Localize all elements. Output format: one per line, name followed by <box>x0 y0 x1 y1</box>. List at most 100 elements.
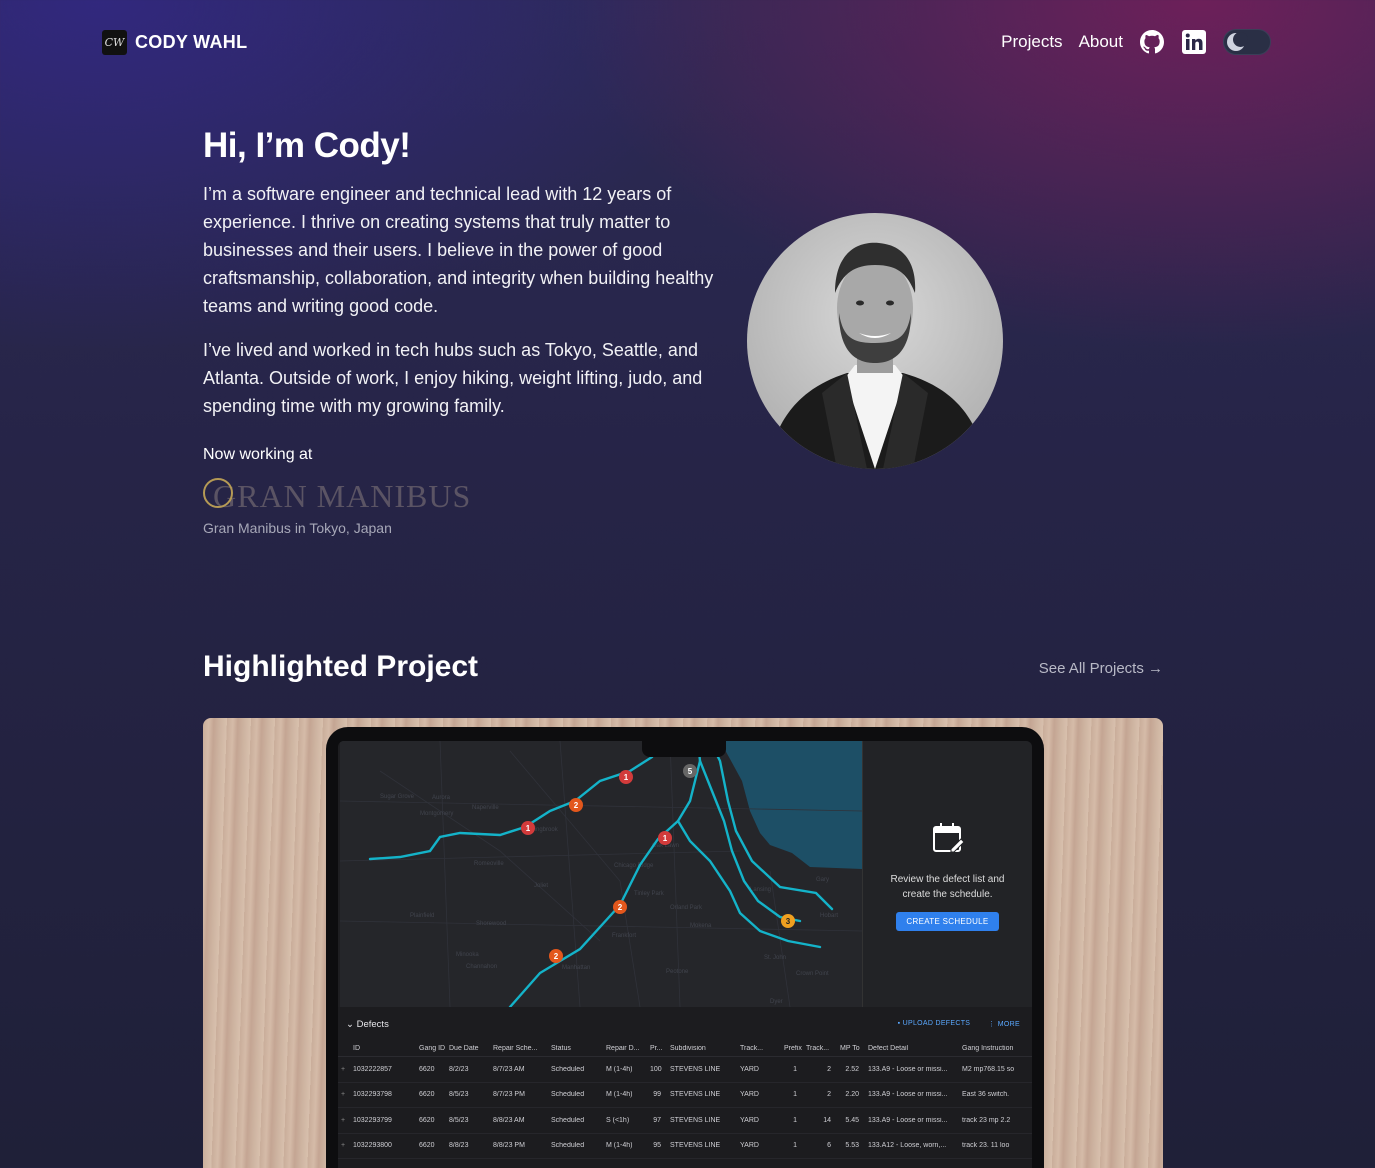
row-expand-icon[interactable]: + <box>338 1142 350 1149</box>
section-title: Highlighted Project <box>203 650 479 683</box>
table-cell: 133.A9 - Loose or missi... <box>868 1091 948 1099</box>
row-expand-icon[interactable]: + <box>338 1091 350 1098</box>
map-label: St. John <box>764 955 786 961</box>
row-expand-icon[interactable]: + <box>338 1117 350 1124</box>
table-cell: 5.53 <box>845 1142 859 1150</box>
column-header[interactable]: Repair D... <box>603 1045 647 1052</box>
theme-toggle[interactable] <box>1223 29 1271 55</box>
more-button[interactable]: ⋮ MORE <box>988 1020 1020 1028</box>
table-cell: 6620 <box>419 1091 435 1099</box>
table-cell: Scheduled <box>551 1116 585 1124</box>
table-cell: YARD <box>740 1065 759 1073</box>
column-header[interactable]: Prefix <box>781 1045 803 1052</box>
moon-icon <box>1227 32 1248 51</box>
map-label: Shorewood <box>476 921 506 927</box>
map-label: Naperville <box>472 805 499 811</box>
table-cell: 8/7/23 PM <box>493 1091 525 1099</box>
column-header[interactable]: ID <box>350 1045 416 1052</box>
map-marker: 1 <box>526 824 531 833</box>
map-label: Mokena <box>690 923 712 929</box>
column-header[interactable]: Defect Detail <box>865 1045 959 1052</box>
table-cell: YARD <box>740 1091 759 1099</box>
column-header[interactable]: Subdivision <box>667 1045 737 1052</box>
map-label: Chicago Ridge <box>614 863 654 869</box>
table-cell: STEVENS LINE <box>670 1116 721 1124</box>
row-expand-icon[interactable]: + <box>338 1066 350 1073</box>
table-cell: Scheduled <box>551 1065 585 1073</box>
hero-section: Hi, I’m Cody! I’m a software engineer an… <box>203 126 723 536</box>
column-header[interactable]: Repair Sche... <box>490 1045 548 1052</box>
table-cell: 6620 <box>419 1116 435 1124</box>
company-logo[interactable]: GRAN MANIBUS <box>203 474 723 518</box>
brand-name: CODY WAHL <box>135 31 248 52</box>
map-label: Romeoville <box>474 861 504 867</box>
column-header[interactable]: Track... <box>803 1045 837 1052</box>
table-cell: 8/5/23 <box>449 1091 469 1099</box>
column-header[interactable]: Pr... <box>647 1045 667 1052</box>
nav-link-projects[interactable]: Projects <box>1001 32 1062 52</box>
see-all-projects-link[interactable]: See All Projects → <box>1039 660 1163 677</box>
map-label: Frankfort <box>612 933 636 939</box>
table-cell: STEVENS LINE <box>670 1142 721 1150</box>
table-body: +1032222857 6620 8/2/23 8/7/23 AM Scheduled M… <box>338 1057 1032 1159</box>
hero-heading: Hi, I’m Cody! <box>203 126 411 165</box>
table-cell: 2 <box>827 1065 831 1073</box>
map-marker: 3 <box>786 917 791 926</box>
highlighted-project-image[interactable]: Naperville Aurora Sugar Grove Montgomery… <box>203 718 1163 1168</box>
table-cell: S (<1h) <box>606 1116 630 1124</box>
column-header[interactable]: Track... <box>737 1045 781 1052</box>
table-cell: 95 <box>653 1142 661 1150</box>
table-actions: ▪ UPLOAD DEFECTS ⋮ MORE <box>898 1020 1020 1028</box>
column-header[interactable]: Status <box>548 1045 603 1052</box>
rail-map: Naperville Aurora Sugar Grove Montgomery… <box>339 741 863 1009</box>
defects-title-text: Defects <box>356 1018 389 1030</box>
table-cell: M2 mp768.15 so <box>962 1065 1015 1073</box>
map-label: Peotone <box>666 969 689 975</box>
map-label: Tinley Park <box>634 891 665 897</box>
more-label: MORE <box>997 1021 1020 1028</box>
github-icon[interactable] <box>1139 29 1165 55</box>
table-row[interactable]: +1032222857 6620 8/2/23 8/7/23 AM Scheduled M… <box>338 1057 1032 1083</box>
laptop-frame: Naperville Aurora Sugar Grove Montgomery… <box>326 727 1044 1168</box>
table-cell: track 23. 11 loo <box>962 1142 1010 1150</box>
now-working-label: Now working at <box>203 446 313 463</box>
table-cell: 97 <box>653 1116 661 1124</box>
map-label: Gary <box>816 877 829 883</box>
brand[interactable]: CW CODY WAHL <box>102 29 248 55</box>
bio-paragraph-1: I’m a software engineer and technical le… <box>203 184 714 316</box>
schedule-panel: Review the defect list and create the sc… <box>862 741 1032 1007</box>
profile-photo <box>747 213 1003 469</box>
table-cell: 8/8/23 <box>449 1142 469 1150</box>
linkedin-icon[interactable] <box>1181 29 1207 55</box>
column-header[interactable]: Due Date <box>446 1045 490 1052</box>
table-cell: M (1-4h) <box>606 1142 633 1150</box>
upload-defects-button[interactable]: ▪ UPLOAD DEFECTS <box>898 1020 971 1028</box>
column-header[interactable]: MP To <box>837 1045 865 1052</box>
table-row[interactable]: +1032293800 6620 8/8/23 8/8/23 PM Scheduled M… <box>338 1134 1032 1159</box>
calendar-edit-icon <box>931 821 965 860</box>
table-cell: 1032293798 <box>353 1091 392 1099</box>
table-cell: 1 <box>793 1065 797 1073</box>
nav-link-about[interactable]: About <box>1079 32 1123 52</box>
column-header[interactable]: Gang Instruction <box>959 1045 1015 1052</box>
map-label: Dyer <box>770 999 783 1005</box>
table-cell: STEVENS LINE <box>670 1091 721 1099</box>
table-row[interactable]: +1032293799 6620 8/5/23 8/8/23 AM Scheduled S… <box>338 1108 1032 1134</box>
table-cell: M (1-4h) <box>606 1091 633 1099</box>
map-label: Manhattan <box>562 965 590 971</box>
create-schedule-button[interactable]: CREATE SCHEDULE <box>896 912 999 931</box>
defects-title[interactable]: ⌄ Defects <box>346 1019 389 1030</box>
table-cell: 2.52 <box>845 1065 859 1073</box>
defects-header: ⌄ Defects ▪ UPLOAD DEFECTS ⋮ MORE <box>338 1007 1032 1041</box>
map-marker: 2 <box>554 952 559 961</box>
table-header-row: ID Gang ID Due Date Repair Sche... Status Rep… <box>338 1041 1032 1057</box>
table-cell: 5.45 <box>845 1116 859 1124</box>
map-marker: 2 <box>574 801 579 810</box>
table-cell: 1 <box>793 1091 797 1099</box>
table-cell: 1 <box>793 1116 797 1124</box>
table-cell: 100 <box>650 1065 662 1073</box>
table-cell: 1032222857 <box>353 1065 392 1073</box>
column-header[interactable]: Gang ID <box>416 1045 446 1052</box>
table-row[interactable]: +1032293798 6620 8/5/23 8/7/23 PM Scheduled M… <box>338 1083 1032 1108</box>
table-cell: 14 <box>823 1116 831 1124</box>
